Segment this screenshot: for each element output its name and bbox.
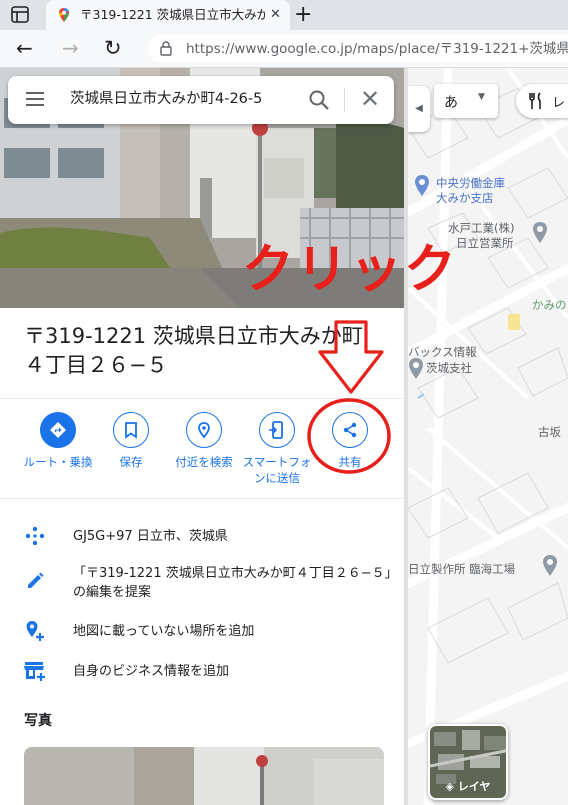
layers-stack-icon: ◈ (445, 780, 458, 793)
url-text[interactable]: https://www.google.co.jp/maps/place/〒319… (186, 41, 568, 57)
add-place-icon (26, 621, 44, 641)
search-icon[interactable] (308, 89, 330, 111)
dropdown-arrow-icon: ▼ (478, 92, 485, 102)
nearby-icon (186, 412, 222, 448)
tab-bar: 〒319-1221 茨城県日立市大みか町 ✕ + (0, 0, 568, 30)
reload-button[interactable]: ↻ (104, 37, 122, 59)
forward-button[interactable]: → (62, 37, 79, 59)
new-tab-button[interactable]: + (294, 2, 312, 28)
back-button[interactable]: ← (16, 37, 33, 59)
phone-icon (259, 412, 295, 448)
tab-title: 〒319-1221 茨城県日立市大みか町 (80, 7, 266, 22)
annotation-click-text: クリック (242, 240, 459, 300)
tab-actions-icon[interactable] (8, 5, 34, 25)
action-buttons: ルート・乗換 保存 付近を検索 スマートフォンに送信 共有 (0, 412, 404, 492)
restaurants-chip[interactable]: レ (516, 84, 568, 118)
tab-close-icon[interactable]: ✕ (270, 8, 281, 22)
ime-label: あ (444, 95, 458, 111)
bank-pin-icon[interactable] (414, 175, 430, 197)
clear-search-icon[interactable]: ✕ (360, 86, 380, 112)
factory-pin-icon[interactable] (542, 555, 558, 577)
directions-icon (40, 412, 76, 448)
office-pin-icon[interactable] (532, 222, 548, 244)
map-label-bank[interactable]: 中央労働金庫 (436, 175, 505, 191)
pencil-icon (28, 572, 44, 588)
address-bar: ← → ↻ https://www.google.co.jp/maps/plac… (0, 30, 568, 68)
plus-code-row[interactable]: GJ5G+97 日立市、茨城県 (0, 523, 404, 551)
map-label-hitachi-factory[interactable]: 日立製作所 臨海工場 (408, 561, 515, 577)
map-label-company-office[interactable]: 日立営業所 (456, 235, 514, 251)
divider (0, 398, 404, 399)
share-icon (332, 412, 368, 448)
plus-code-text: GJ5G+97 日立市、茨城県 (73, 529, 228, 544)
map-label-company[interactable]: 水戸工業(株) (448, 220, 514, 236)
info-company-pin-icon[interactable] (408, 358, 424, 380)
map-label-ibaraki-branch[interactable]: 茨城支社 (426, 360, 472, 376)
input-method-button[interactable]: あ ▼ (434, 84, 498, 118)
photos-heading: 写真 (24, 713, 52, 729)
suggest-edit-row[interactable]: 「〒319-1221 茨城県日立市大みか町４丁目２６−５」の編集を提案 (0, 564, 404, 604)
lock-icon[interactable] (160, 41, 172, 56)
map-label-kamino[interactable]: かみの (532, 297, 567, 313)
bookmark-icon (113, 412, 149, 448)
suggest-edit-text: 「〒319-1221 茨城県日立市大みか町４丁目２６−５」の編集を提案 (73, 566, 392, 600)
share-label: 共有 (338, 455, 362, 469)
restaurants-chip-label: レ (552, 96, 566, 111)
plus-code-icon (25, 526, 45, 546)
send-to-phone-label: スマートフォンに送信 (242, 455, 312, 485)
map-label-bank-branch[interactable]: 大みか支店 (436, 190, 494, 206)
restaurant-icon (529, 92, 541, 109)
save-label: 保存 (119, 455, 143, 469)
divider (0, 498, 404, 499)
directions-button[interactable]: ルート・乗換 (20, 412, 96, 470)
hamburger-menu-icon[interactable] (26, 92, 44, 106)
share-button[interactable]: 共有 (312, 412, 388, 470)
google-maps-favicon-icon (59, 8, 69, 22)
browser-tab[interactable]: 〒319-1221 茨城県日立市大みか町 ✕ (46, 0, 290, 30)
search-box: ✕ (8, 76, 394, 124)
add-missing-place-row[interactable]: 地図に載っていない場所を追加 (0, 618, 404, 646)
send-to-phone-button[interactable]: スマートフォンに送信 (239, 412, 315, 486)
layers-text: レイヤ (457, 780, 491, 793)
url-field[interactable]: https://www.google.co.jp/maps/place/〒319… (148, 35, 568, 63)
place-title: 〒319-1221 茨城県日立市大みか町４丁目２６−５ (24, 324, 363, 377)
add-missing-place-text: 地図に載っていない場所を追加 (73, 624, 255, 639)
layers-label: ◈ レイヤ (430, 778, 506, 794)
search-nearby-button[interactable]: 付近を検索 (166, 412, 242, 470)
place-panel: ✕ 〒319-1221 茨城県日立市大みか町４丁目２６−５ ルート・乗換 保存 (0, 68, 404, 805)
storefront-icon (24, 662, 45, 681)
photo-thumbnail[interactable] (24, 747, 384, 805)
collapse-panel-button[interactable]: ◀ (408, 86, 430, 132)
browser-window: 〒319-1221 茨城県日立市大みか町 ✕ + ← → ↻ https://w… (0, 0, 568, 805)
map-area[interactable]: ◀ あ ▼ レ 中央労働金庫 大みか支店 水戸工業(株) 日立営業所 かみの バ… (408, 68, 568, 805)
directions-label: ルート・乗換 (23, 455, 93, 469)
search-input[interactable] (70, 89, 290, 105)
search-divider (344, 88, 345, 112)
save-button[interactable]: 保存 (93, 412, 169, 470)
search-nearby-label: 付近を検索 (175, 455, 233, 469)
map-label-kosaka[interactable]: 古坂 (538, 424, 561, 440)
add-business-text: 自身のビジネス情報を追加 (73, 664, 230, 679)
add-business-row[interactable]: 自身のビジネス情報を追加 (0, 658, 404, 686)
layers-button[interactable]: ◈ レイヤ (428, 724, 508, 800)
